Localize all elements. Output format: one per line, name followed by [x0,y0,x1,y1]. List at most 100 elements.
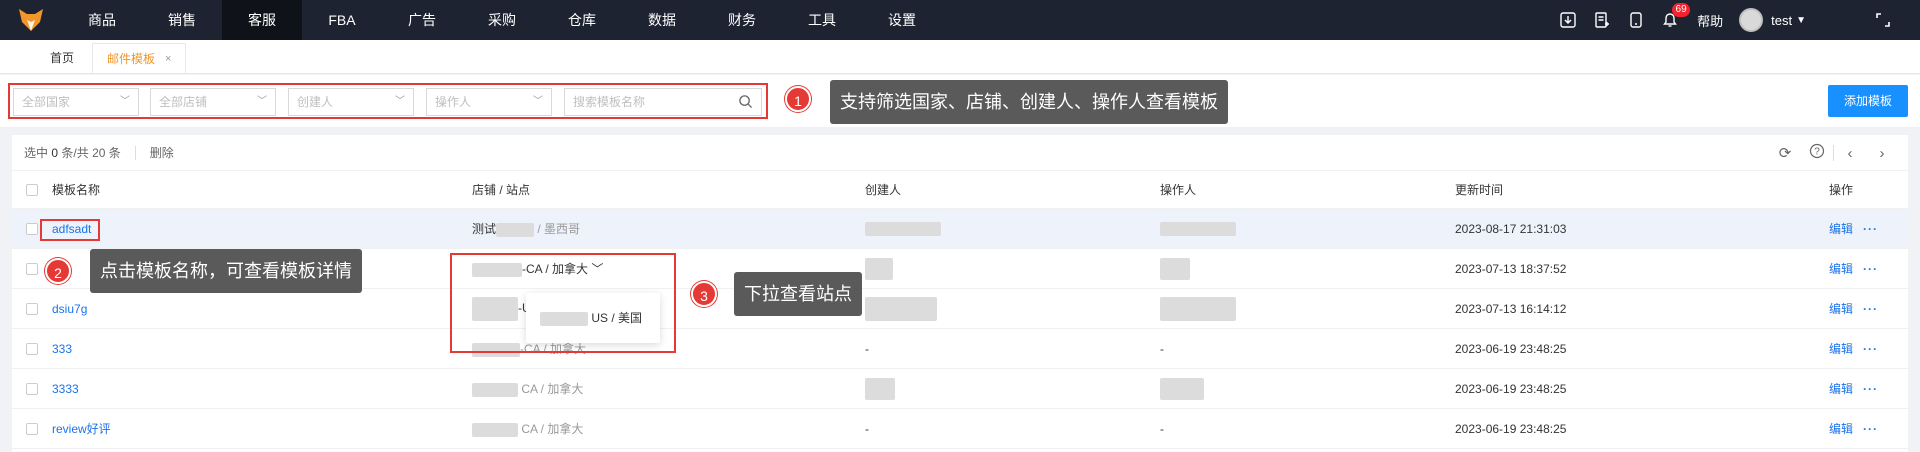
nav-item-finance[interactable]: 财务 [702,0,782,40]
template-table-panel: 选中 0 条/共 20 条 删除 ⟳ ? ‹ › 模板名称 店铺 / 站点 创建… [12,135,1908,452]
updated-time: 2023-06-19 23:48:25 [1455,421,1567,436]
template-name-link[interactable]: review好评 [52,422,111,436]
download-icon[interactable] [1551,0,1585,40]
col-header-creator: 创建人 [865,183,902,197]
col-header-actions: 操作 [1829,183,1854,197]
row-checkbox[interactable] [26,302,38,315]
table-row[interactable]: 333 -CA / 加拿大 - - 2023-06-19 23:48:25 编辑… [12,329,1908,369]
country-select-value: 全部国家 [22,95,71,109]
help-link[interactable]: 帮助 [1697,11,1723,30]
row-checkbox[interactable] [26,222,38,235]
operator-select[interactable]: 操作人 ﹀ [426,88,552,116]
nav-item-data[interactable]: 数据 [622,0,702,40]
divider [134,145,136,160]
template-search-input[interactable]: 搜索模板名称 [564,88,762,116]
edit-button[interactable]: 编辑 [1829,222,1853,236]
callout-tip-2: 点击模板名称，可查看模板详情 [90,249,362,293]
help-circle-icon[interactable]: ? [1801,143,1833,163]
edit-button[interactable]: 编辑 [1829,302,1853,316]
more-actions-icon[interactable]: ··· [1863,262,1878,276]
export-list-icon[interactable] [1585,0,1619,40]
chevron-down-icon: ﹀ [120,96,130,107]
table-row[interactable]: dsiu7g -U 2023-07-13 16:14:12 编辑 ··· [12,289,1908,329]
template-name-link[interactable]: dsiu7g [52,302,87,316]
table-tools: ⟳ ? ‹ › [1769,135,1898,171]
edit-button[interactable]: 编辑 [1829,262,1853,276]
updated-time: 2023-06-19 23:48:25 [1455,381,1567,396]
site-name: 墨西哥 [544,222,581,236]
annotation-highlight-name [40,219,100,241]
table-row[interactable]: review好评 CA / 加拿大 - - 2023-06-19 23:48:2… [12,409,1908,449]
main-menu: 商品 销售 客服 FBA 广告 采购 仓库 数据 财务 工具 设置 [62,0,942,40]
table-row[interactable]: adfsadt 测试 / 墨西哥 2023-08-17 21:31:03 编辑 ·… [12,209,1908,249]
top-navbar: 商品 销售 客服 FBA 广告 采购 仓库 数据 财务 工具 设置 69 帮助 … [0,0,1920,40]
row-checkbox[interactable] [26,422,38,435]
fullscreen-icon[interactable] [1866,0,1900,40]
shop-select[interactable]: 全部店铺 ﹀ [150,88,276,116]
redacted-creator [865,257,893,280]
row-checkbox[interactable] [26,342,38,355]
callout-tip-3: 下拉查看站点 [734,272,862,316]
creator-select[interactable]: 创建人 ﹀ [288,88,414,116]
col-header-name: 模板名称 [52,183,101,197]
updated-time: 2023-07-13 18:37:52 [1455,261,1567,276]
more-actions-icon[interactable]: ··· [1863,342,1878,356]
search-icon[interactable] [738,94,753,109]
operator-value: - [1160,341,1164,356]
nav-item-products[interactable]: 商品 [62,0,142,40]
add-template-button[interactable]: 添加模板 [1828,85,1908,117]
notification-badge: 69 [1672,3,1691,17]
nav-item-fba[interactable]: FBA [302,0,382,40]
redacted-text [496,222,535,237]
tab-home[interactable]: 首页 [36,43,88,73]
updated-time: 2023-08-17 21:31:03 [1455,221,1567,236]
next-page-icon[interactable]: › [1866,145,1898,162]
svg-text:?: ? [1814,147,1820,158]
updated-time: 2023-07-13 16:14:12 [1455,301,1567,316]
more-actions-icon[interactable]: ··· [1863,222,1878,236]
nav-item-customer-service[interactable]: 客服 [222,0,302,40]
chevron-down-icon: ﹀ [533,96,543,107]
template-name-link[interactable]: 3333 [52,382,79,396]
notification-bell-icon[interactable]: 69 [1653,0,1691,40]
close-icon[interactable]: × [165,44,171,74]
site-name: CA / 加拿大 [521,422,584,436]
tab-email-template[interactable]: 邮件模板 × [92,43,187,74]
col-header-shop: 店铺 / 站点 [472,183,531,197]
nav-item-ads[interactable]: 广告 [382,0,462,40]
edit-button[interactable]: 编辑 [1829,342,1853,356]
table-row[interactable]: 3333 CA / 加拿大 2023-06-19 23:48:25 编辑 ··· [12,369,1908,409]
edit-button[interactable]: 编辑 [1829,382,1853,396]
redacted-operator [1160,377,1204,400]
nav-item-sales[interactable]: 销售 [142,0,222,40]
prev-page-icon[interactable]: ‹ [1834,145,1866,162]
mobile-icon[interactable] [1619,0,1653,40]
avatar[interactable] [1739,8,1764,32]
more-actions-icon[interactable]: ··· [1863,382,1878,396]
refresh-icon[interactable]: ⟳ [1769,144,1801,162]
creator-select-value: 创建人 [297,95,334,109]
nav-item-warehouse[interactable]: 仓库 [542,0,622,40]
page-tab-bar: 首页 邮件模板 × [0,40,1920,74]
nav-item-tools[interactable]: 工具 [782,0,862,40]
user-caret-icon[interactable]: ▼ [1796,15,1806,26]
redacted-creator [865,377,895,400]
select-all-checkbox[interactable] [26,183,38,196]
more-actions-icon[interactable]: ··· [1863,302,1878,316]
edit-button[interactable]: 编辑 [1829,422,1853,436]
country-select[interactable]: 全部国家 ﹀ [13,88,139,116]
row-checkbox[interactable] [26,382,38,395]
creator-value: - [865,421,869,436]
username[interactable]: test [1771,13,1792,28]
nav-item-purchasing[interactable]: 采购 [462,0,542,40]
brand-logo[interactable] [0,0,62,40]
operator-select-value: 操作人 [435,95,472,109]
redacted-text [472,422,518,437]
template-name-link[interactable]: 333 [52,342,72,356]
more-actions-icon[interactable]: ··· [1863,422,1878,436]
row-checkbox[interactable] [26,262,38,275]
callout-number-2: 2 [45,258,71,284]
delete-button[interactable]: 删除 [150,144,174,161]
callout-number-1: 1 [785,86,811,112]
nav-item-settings[interactable]: 设置 [862,0,942,40]
